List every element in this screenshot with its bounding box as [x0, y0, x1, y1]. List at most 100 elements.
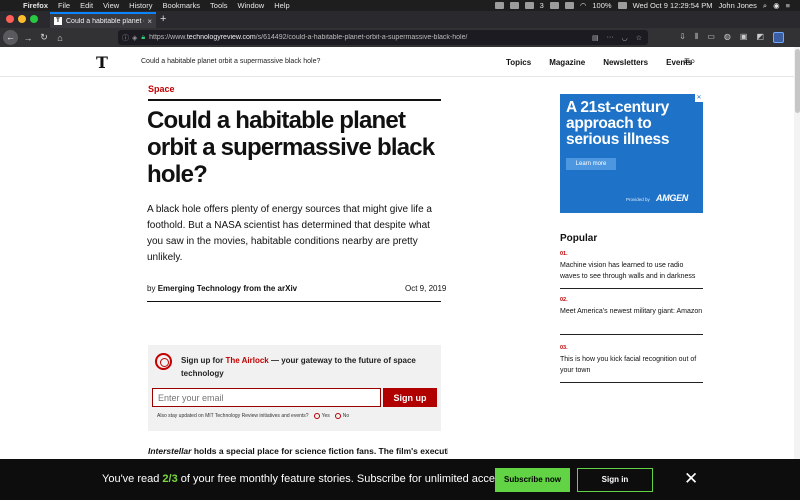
window-close-button[interactable] [6, 15, 14, 23]
nav-topics[interactable]: Topics [506, 58, 531, 67]
popular-item-number: 02. [560, 297, 568, 303]
window-maximize-button[interactable] [30, 15, 38, 23]
siri-icon[interactable]: ◉ [773, 1, 780, 10]
new-tab-button[interactable]: + [160, 13, 166, 25]
consent-no-label[interactable]: No [343, 413, 349, 419]
active-extension-icon[interactable] [773, 32, 784, 43]
extension-icon[interactable] [549, 2, 559, 9]
ad-headline: A 21st-century approach to serious illne… [566, 99, 670, 148]
menu-bookmarks[interactable]: Bookmarks [158, 1, 206, 10]
article-headline: Could a habitable planet orbit a superma… [147, 107, 435, 188]
url-bar[interactable]: ⓘ ◈ 🔒︎ https://www.technologyreview.com/… [118, 30, 648, 45]
popular-item-link[interactable]: This is how you kick facial recognition … [560, 354, 703, 376]
user-name[interactable]: John Jones [718, 1, 756, 10]
body-text: holds a special place for science fictio… [193, 446, 448, 456]
sidebar-ad[interactable]: ✕ A 21st-century approach to serious ill… [560, 94, 703, 213]
nav-magazine[interactable]: Magazine [549, 58, 585, 67]
tracking-shield-icon[interactable]: ◈ [132, 34, 137, 42]
info-icon[interactable]: ⓘ [122, 33, 129, 43]
docker-icon[interactable] [524, 2, 534, 9]
browser-toolbar: ← → ↻ ⌂ ⓘ ◈ 🔒︎ https://www.technologyrev… [0, 28, 800, 47]
publish-date: Oct 9, 2019 [405, 284, 447, 293]
paywall-text-before: You've read [102, 473, 160, 485]
window-minimize-button[interactable] [18, 15, 26, 23]
popular-item[interactable]: 01. Machine vision has learned to use ra… [560, 251, 703, 289]
menu-history[interactable]: History [124, 1, 157, 10]
consent-yes-radio[interactable] [313, 413, 320, 419]
site-logo[interactable]: T [96, 55, 108, 71]
popular-item-link[interactable]: Machine vision has learned to use radio … [560, 260, 703, 282]
consent-yes-label[interactable]: Yes [322, 413, 330, 419]
popular-item[interactable]: 02. Meet America's newest military giant… [560, 297, 703, 335]
body-italic-title: Interstellar [148, 446, 192, 456]
subscribe-button[interactable]: Subscribe now [495, 468, 570, 492]
scrollbar-thumb[interactable] [795, 49, 800, 113]
author-link[interactable]: Emerging Technology from the arXiv [158, 284, 297, 293]
byline: by Emerging Technology from the arXiv [147, 284, 297, 293]
nav-newsletters[interactable]: Newsletters [603, 58, 648, 67]
sign-in-button[interactable]: Sign in [577, 468, 653, 492]
popular-item-link[interactable]: Meet America's newest military giant: Am… [560, 306, 703, 317]
paywall-message: You've read 2/3 of your free monthly fea… [102, 473, 509, 485]
home-button[interactable]: ⌂ [52, 33, 68, 43]
sidebar-icon[interactable]: ▭ [707, 32, 715, 43]
extension-gray-icon[interactable]: ▣ [740, 32, 748, 43]
menu-help[interactable]: Help [269, 1, 294, 10]
url-text[interactable]: https://www.technologyreview.com/s/61449… [149, 34, 592, 41]
active-tab[interactable]: T Could a habitable planet orbit a × [50, 12, 156, 28]
pocket-icon[interactable]: ◡ [622, 34, 628, 42]
page-scrollbar[interactable] [794, 47, 800, 500]
email-input[interactable] [152, 388, 381, 407]
signup-button[interactable]: Sign up [383, 388, 437, 407]
menu-app[interactable]: Firefox [18, 1, 53, 10]
newsletter-text-prefix: Sign up for [181, 356, 224, 365]
newsletter-text: Sign up for The Airlock — your gateway t… [181, 354, 431, 380]
airplay-icon[interactable] [564, 2, 574, 9]
clock[interactable]: Wed Oct 9 12:29:54 PM [633, 1, 713, 10]
lock-icon[interactable]: 🔒︎ [141, 34, 145, 42]
dropbox-icon[interactable] [509, 2, 519, 9]
menu-search-icon[interactable]: ≡⌕ [684, 56, 695, 67]
close-icon[interactable]: ✕ [684, 469, 698, 489]
battery-percent: 100% [592, 1, 612, 10]
newsletter-name: The Airlock [225, 356, 269, 365]
reader-view-icon[interactable]: ▤ [592, 34, 599, 42]
ad-learn-more-button[interactable]: Learn more [566, 158, 616, 170]
list-icon[interactable]: ≡ [786, 1, 790, 10]
bookmark-star-icon[interactable]: ☆ [636, 34, 642, 42]
toolbar-right: ⇩ ⫴ ▭ ◍ ▣ ◩ [679, 32, 784, 43]
search-icon[interactable]: ⌕ [763, 1, 767, 11]
menu-edit[interactable]: Edit [75, 1, 98, 10]
page-actions-icon[interactable]: ··· [607, 34, 614, 42]
screenshot-icon[interactable]: ◩ [756, 32, 764, 43]
forward-button[interactable]: → [20, 33, 36, 43]
popular-heading: Popular [560, 233, 598, 244]
reload-button[interactable]: ↻ [36, 32, 52, 43]
article-dek: A black hole offers plenty of energy sou… [147, 204, 432, 263]
consent-row: Also stay updated on MIT Technology Revi… [157, 413, 349, 419]
airlock-icon [155, 353, 172, 370]
tab-close-icon[interactable]: × [147, 17, 152, 26]
status-app-icon[interactable] [494, 2, 504, 9]
menu-view[interactable]: View [98, 1, 124, 10]
ad-provided-by: Provided by [626, 197, 650, 202]
consent-no-radio[interactable] [334, 413, 341, 419]
popular-item[interactable]: 03. This is how you kick facial recognit… [560, 345, 703, 383]
sync-account-icon[interactable]: ◍ [724, 32, 731, 43]
paywall-text-after: of your free monthly feature stories. Su… [180, 473, 510, 485]
menu-file[interactable]: File [53, 1, 75, 10]
download-icon[interactable]: ⇩ [679, 32, 686, 43]
url-bar-actions: ▤ ··· ◡ ☆ [592, 34, 648, 42]
site-nav: Topics Magazine Newsletters Events [506, 58, 710, 67]
menu-window[interactable]: Window [233, 1, 270, 10]
badge-count: 3 [539, 1, 544, 10]
battery-icon[interactable] [617, 2, 627, 9]
library-icon[interactable]: ⫴ [695, 32, 698, 43]
consent-text: Also stay updated on MIT Technology Revi… [157, 413, 309, 419]
back-button[interactable]: ← [3, 30, 18, 45]
section-label[interactable]: Space [148, 84, 175, 94]
wifi-icon[interactable]: ◠ [580, 1, 587, 10]
newsletter-signup: Sign up for The Airlock — your gateway t… [148, 345, 441, 431]
byline-prefix: by [147, 284, 156, 293]
menu-tools[interactable]: Tools [205, 1, 233, 10]
